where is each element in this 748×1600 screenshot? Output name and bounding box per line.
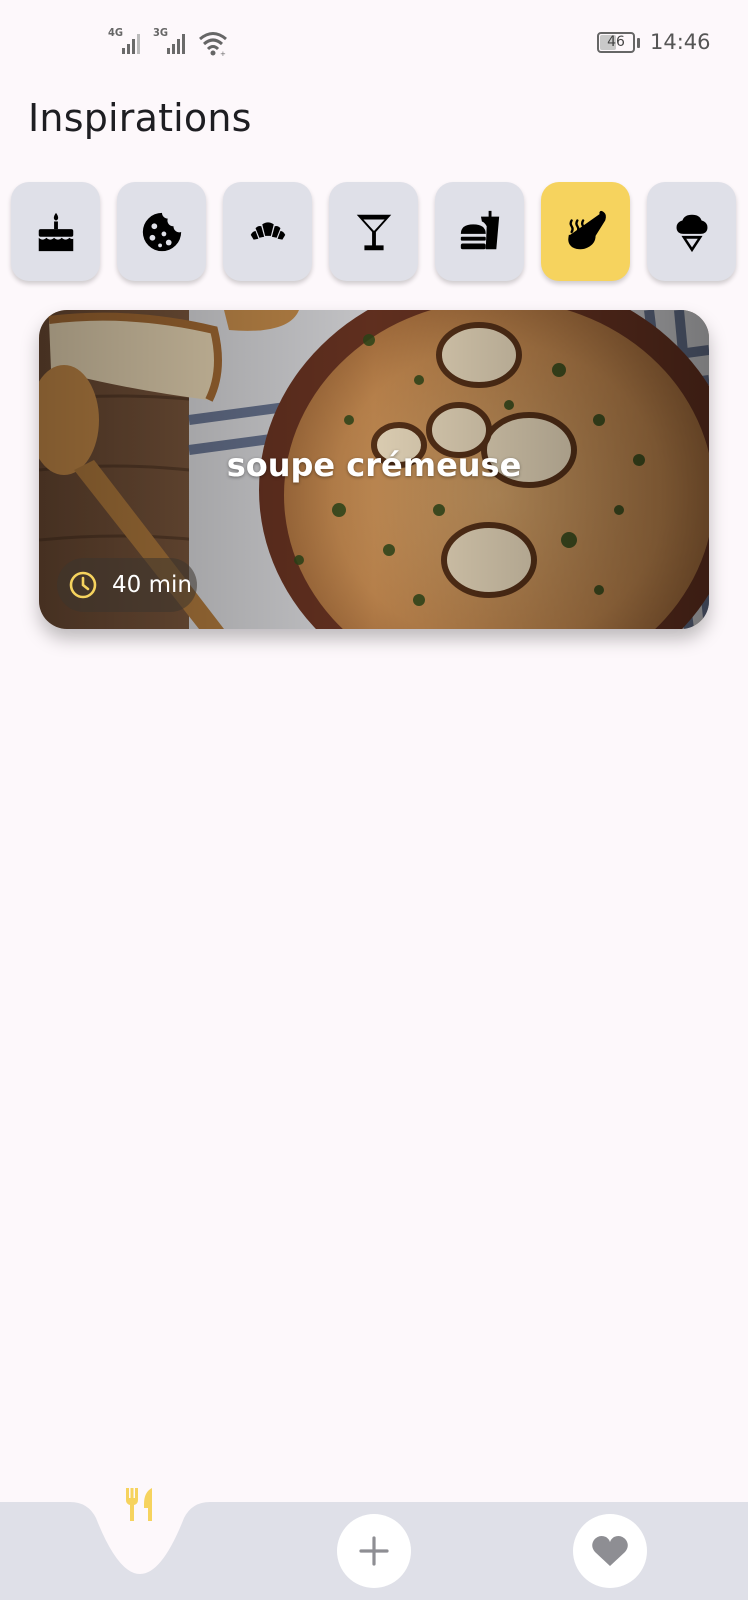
restaurant-icon	[126, 1488, 152, 1521]
recipe-time: 40 min	[112, 572, 192, 598]
category-viennoiserie[interactable]	[223, 182, 312, 281]
cocktail-icon	[356, 214, 391, 250]
network-type-label: 4G	[108, 26, 124, 39]
birthday-cake-icon	[38, 212, 73, 251]
category-cocktail[interactable]	[329, 182, 418, 281]
category-cake[interactable]	[11, 182, 100, 281]
fast-food-icon	[460, 210, 499, 249]
category-bar	[11, 182, 741, 282]
wifi-icon: +	[199, 32, 227, 56]
recipe-title: soupe crémeuse	[226, 446, 522, 484]
category-ice-cream[interactable]	[647, 182, 736, 281]
category-soup[interactable]	[541, 182, 630, 281]
heart-icon	[592, 1536, 628, 1566]
status-bar: 4G 3G + 46 14:46	[0, 0, 748, 86]
recipe-time-badge: 40 min	[57, 558, 197, 612]
add-icon	[359, 1536, 389, 1566]
category-fast-food[interactable]	[435, 182, 524, 281]
battery-level: 46	[607, 34, 625, 50]
ice-cream-icon	[676, 214, 707, 252]
svg-text:+: +	[220, 50, 226, 56]
nav-recipes-button[interactable]	[104, 1468, 176, 1540]
clock-icon	[69, 571, 97, 599]
cookie-icon	[142, 212, 181, 251]
nav-favorites-button[interactable]	[573, 1514, 647, 1588]
soup-ladle-icon	[567, 210, 606, 249]
croissant-icon	[250, 221, 285, 240]
nav-add-button[interactable]	[337, 1514, 411, 1588]
page-title: Inspirations	[28, 96, 252, 140]
clock: 14:46	[650, 30, 711, 54]
recipe-card[interactable]: soupe crémeuse 40 min	[39, 310, 709, 629]
battery-icon: 46	[597, 32, 635, 53]
network-type-label: 3G	[153, 26, 169, 39]
category-cookie[interactable]	[117, 182, 206, 281]
